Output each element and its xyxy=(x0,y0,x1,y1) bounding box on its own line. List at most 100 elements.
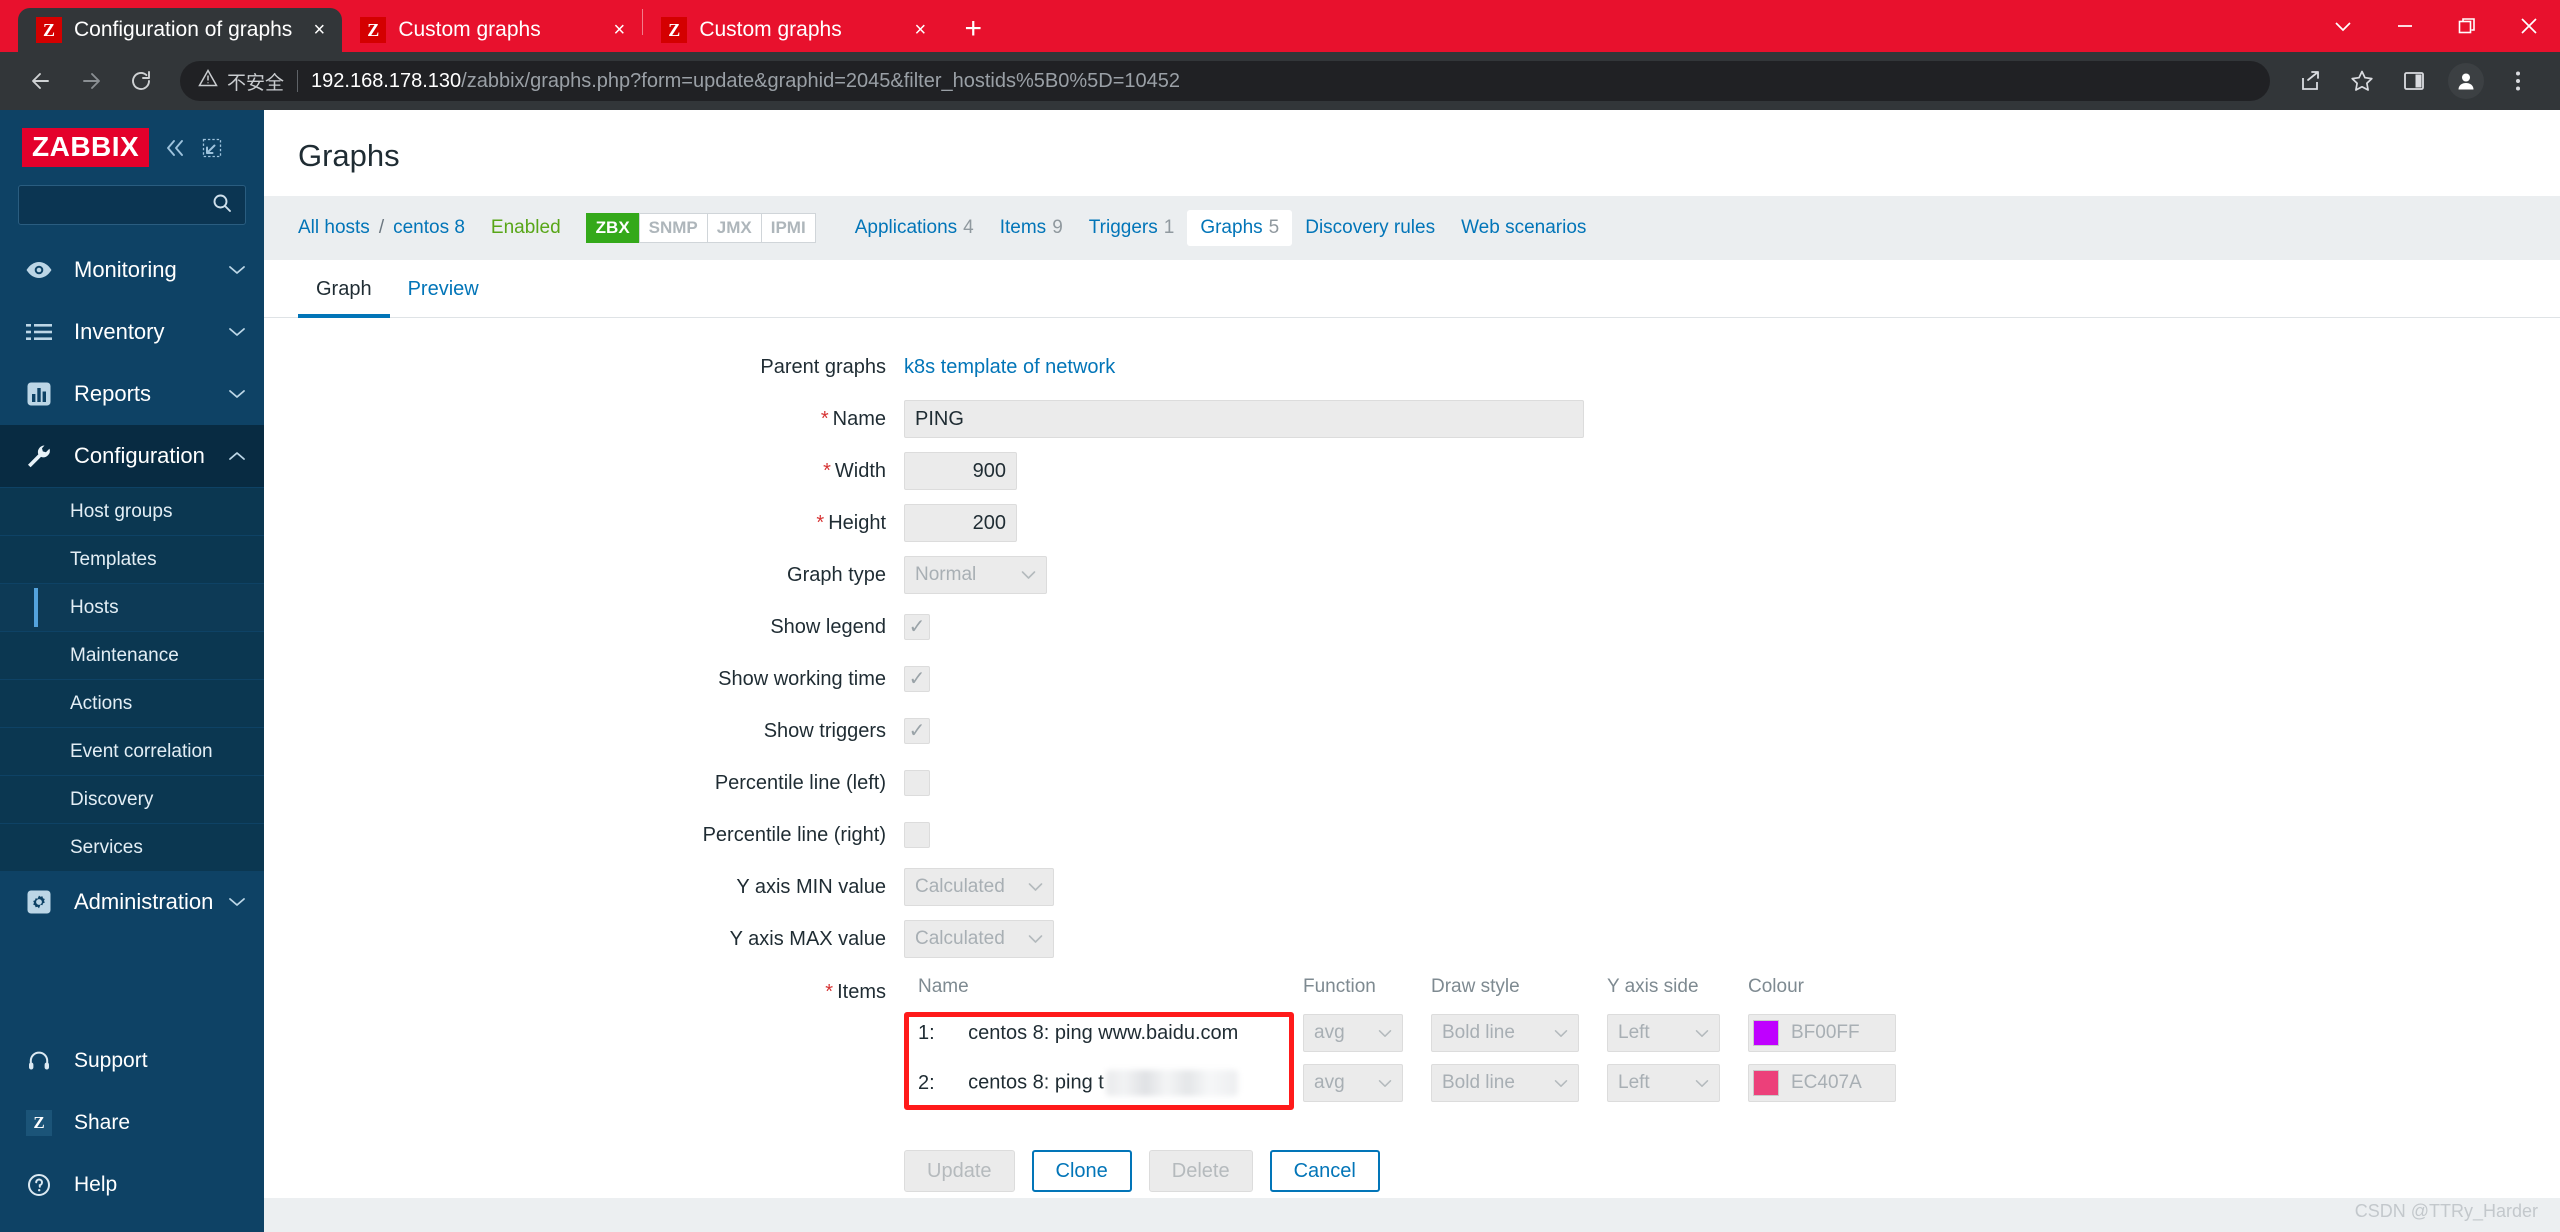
sidebar-item-event-correlation[interactable]: Event correlation xyxy=(0,727,264,775)
field-label: Percentile line (right) xyxy=(702,824,886,846)
new-tab-button[interactable]: + xyxy=(953,9,993,49)
forward-icon[interactable] xyxy=(66,56,116,106)
breadcrumb-host-name[interactable]: centos 8 xyxy=(393,217,465,239)
tab-title: Custom graphs xyxy=(398,18,541,41)
y-axis-side-select[interactable]: Left xyxy=(1607,1014,1720,1052)
sidebar-item-inventory[interactable]: Inventory xyxy=(0,301,264,363)
show-triggers-checkbox[interactable]: ✓ xyxy=(904,718,930,744)
y-axis-side-select[interactable]: Left xyxy=(1607,1064,1720,1102)
item-name-link[interactable]: centos 8: ping t xyxy=(954,1058,1289,1108)
nav-items[interactable]: Items 9 xyxy=(987,210,1076,246)
graph-type-select[interactable]: Normal xyxy=(904,556,1047,594)
host-status-badge[interactable]: Enabled xyxy=(491,217,561,239)
check-icon: ✓ xyxy=(908,616,926,638)
tab-close-icon[interactable]: × xyxy=(606,17,632,43)
draw-style-select[interactable]: Bold line xyxy=(1431,1014,1579,1052)
star-icon[interactable] xyxy=(2336,55,2388,107)
function-select[interactable]: avg xyxy=(1303,1064,1403,1102)
browser-tab-3[interactable]: Z Custom graphs × xyxy=(643,8,943,52)
select-value: Left xyxy=(1618,1072,1650,1093)
item-colour-cell: EC407A xyxy=(1734,1058,1910,1108)
colour-picker[interactable]: EC407A xyxy=(1748,1064,1896,1102)
headset-icon xyxy=(22,1049,56,1073)
sidebar-item-help[interactable]: Help xyxy=(0,1154,264,1216)
close-icon[interactable] xyxy=(2498,0,2560,52)
parent-graph-link[interactable]: k8s template of network xyxy=(904,356,1115,378)
minimize-icon[interactable] xyxy=(2374,0,2436,52)
delete-button[interactable]: Delete xyxy=(1148,1150,1253,1192)
profile-avatar-icon[interactable] xyxy=(2440,55,2492,107)
maximize-icon[interactable] xyxy=(2436,0,2498,52)
reload-icon[interactable] xyxy=(116,56,166,106)
sidebar-item-hosts[interactable]: Hosts xyxy=(0,583,264,631)
sidebar-item-configuration[interactable]: Configuration xyxy=(0,425,264,487)
breadcrumb-all-hosts[interactable]: All hosts xyxy=(298,217,370,239)
y-axis-max-select[interactable]: Calculated xyxy=(904,920,1054,958)
footer-strip xyxy=(264,1198,2560,1232)
sidebar-item-templates[interactable]: Templates xyxy=(0,535,264,583)
colour-picker[interactable]: BF00FF xyxy=(1748,1014,1896,1052)
tab-title: Configuration of graphs xyxy=(74,18,293,41)
tab-close-icon[interactable]: × xyxy=(306,17,332,43)
address-bar[interactable]: 不安全 192.168.178.130/zabbix/graphs.php?fo… xyxy=(180,61,2270,101)
sidebar-item-support[interactable]: Support xyxy=(0,1030,264,1092)
collapse-pane-icon[interactable] xyxy=(201,137,223,159)
sidebar-item-monitoring[interactable]: Monitoring xyxy=(0,239,264,301)
search-box[interactable] xyxy=(18,185,246,225)
sidebar-item-share[interactable]: Z Share xyxy=(0,1092,264,1154)
y-axis-min-select[interactable]: Calculated xyxy=(904,868,1054,906)
chevron-down-icon xyxy=(228,896,246,908)
show-legend-checkbox[interactable]: ✓ xyxy=(904,614,930,640)
sidebar-item-discovery[interactable]: Discovery xyxy=(0,775,264,823)
tab-preview[interactable]: Preview xyxy=(390,260,497,318)
nav-applications[interactable]: Applications 4 xyxy=(842,210,987,246)
tab-search-chevron-down-icon[interactable] xyxy=(2312,0,2374,52)
percentile-right-checkbox[interactable] xyxy=(904,822,930,848)
protocol-tag-ipmi: IPMI xyxy=(760,213,816,243)
share-icon[interactable] xyxy=(2284,55,2336,107)
sidebar-item-host-groups[interactable]: Host groups xyxy=(0,487,264,535)
field-label: Y axis MIN value xyxy=(736,876,886,898)
sidebar-footer-label: Share xyxy=(74,1111,131,1134)
nav-triggers[interactable]: Triggers 1 xyxy=(1076,210,1188,246)
back-icon[interactable] xyxy=(16,56,66,106)
security-warning[interactable]: 不安全 xyxy=(198,68,284,95)
nav-web-scenarios[interactable]: Web scenarios xyxy=(1448,210,1599,246)
nav-graphs[interactable]: Graphs 5 xyxy=(1187,210,1293,246)
percentile-left-checkbox[interactable] xyxy=(904,770,930,796)
show-working-time-checkbox[interactable]: ✓ xyxy=(904,666,930,692)
update-button[interactable]: Update xyxy=(904,1150,1015,1192)
column-header-function: Function xyxy=(1303,976,1376,997)
clone-button[interactable]: Clone xyxy=(1031,1150,1132,1192)
side-panel-icon[interactable] xyxy=(2388,55,2440,107)
cancel-button[interactable]: Cancel xyxy=(1269,1150,1380,1192)
draw-style-select[interactable]: Bold line xyxy=(1431,1064,1579,1102)
more-menu-icon[interactable] xyxy=(2492,55,2544,107)
field-percentile-left: Percentile line (left) xyxy=(264,764,2560,802)
double-chevron-left-icon[interactable] xyxy=(163,137,187,159)
search-icon[interactable] xyxy=(211,192,233,219)
field-width: * Width xyxy=(264,452,2560,490)
sidebar-footer-label: Support xyxy=(74,1049,148,1072)
tab-close-icon[interactable]: × xyxy=(907,17,933,43)
nav-discovery-rules[interactable]: Discovery rules xyxy=(1292,210,1448,246)
sidebar-item-actions[interactable]: Actions xyxy=(0,679,264,727)
search-input[interactable] xyxy=(31,194,211,216)
browser-tab-2[interactable]: Z Custom graphs × xyxy=(342,8,642,52)
width-input[interactable] xyxy=(904,452,1017,490)
nav-count: 1 xyxy=(1163,217,1175,238)
zabbix-logo[interactable]: ZABBIX xyxy=(22,128,150,167)
browser-tab-1[interactable]: Z Configuration of graphs × xyxy=(18,8,343,52)
sidebar-item-maintenance[interactable]: Maintenance xyxy=(0,631,264,679)
sidebar-item-services[interactable]: Services xyxy=(0,823,264,871)
sidebar-item-reports[interactable]: Reports xyxy=(0,363,264,425)
eye-icon xyxy=(22,260,56,280)
sidebar-subitem-label: Maintenance xyxy=(70,644,179,666)
height-input[interactable] xyxy=(904,504,1017,542)
item-name-link[interactable]: centos 8: ping www.baidu.com xyxy=(954,1008,1289,1058)
sidebar-item-administration[interactable]: Administration xyxy=(0,871,264,933)
tab-graph[interactable]: Graph xyxy=(298,260,390,318)
name-input[interactable] xyxy=(904,400,1584,438)
function-select[interactable]: avg xyxy=(1303,1014,1403,1052)
chevron-down-icon xyxy=(1378,1072,1392,1094)
